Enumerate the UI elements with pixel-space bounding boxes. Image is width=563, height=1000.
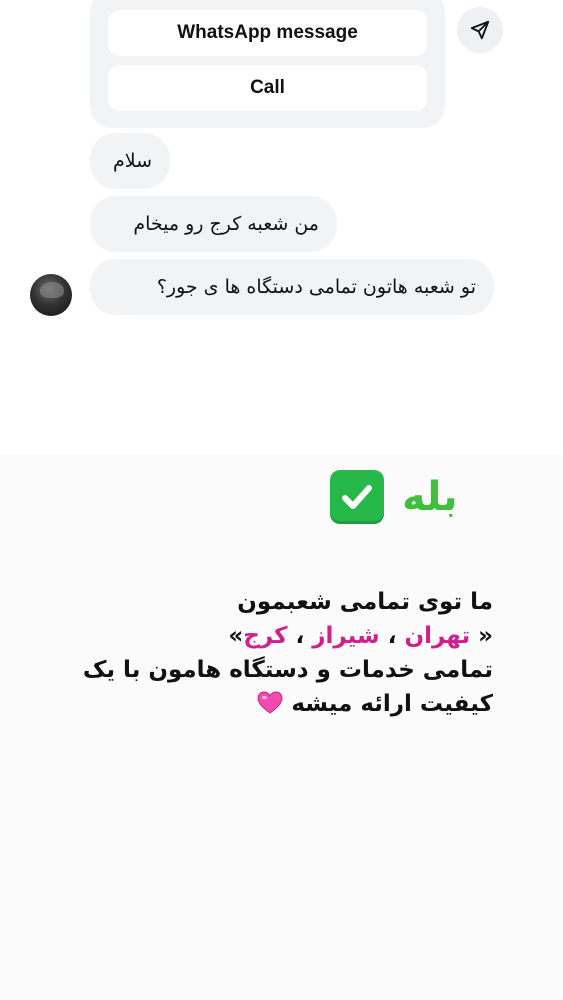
sender-avatar[interactable] <box>30 274 72 316</box>
separator: ، <box>295 623 305 649</box>
message-bubble[interactable]: سلام <box>90 133 170 189</box>
whatsapp-message-button[interactable]: WhatsApp message <box>108 10 427 56</box>
reply-panel <box>0 455 563 1000</box>
reply-line-3: تمامی خدمات و دستگاه هامون با یک <box>82 657 493 683</box>
message-text: من شعبه کرج رو میخام <box>133 213 319 235</box>
message-bubble[interactable]: تو شعبه هاتون تمامی دستگاه ها ی جور؟ <box>90 259 494 315</box>
city-tehran: تهران <box>404 623 471 649</box>
reply-line-4: کیفیت ارائه میشه <box>53 687 493 721</box>
message-text: تو شعبه هاتون تمامی دستگاه ها ی جور؟ <box>156 276 476 298</box>
message-text: سلام <box>112 150 152 172</box>
message-bubble[interactable]: من شعبه کرج رو میخام <box>90 196 337 252</box>
check-mark-icon <box>330 470 384 524</box>
chat-area: WhatsApp message Call سلام من شعبه کرج ر… <box>0 0 563 330</box>
reply-line-4-text: کیفیت ارائه میشه <box>291 691 493 717</box>
quote-close: » <box>228 623 244 649</box>
reply-line-2: « تهران ، شیراز ، کرج» <box>53 619 493 653</box>
reply-paragraph: ما توی تمامی شعبمون « تهران ، شیراز ، کر… <box>53 585 493 721</box>
city-shiraz: شیراز <box>312 623 380 649</box>
yes-word: بله <box>402 474 458 520</box>
call-button[interactable]: Call <box>108 65 427 111</box>
city-karaj: کرج <box>243 623 288 649</box>
quote-open: « <box>478 623 493 649</box>
answer-yes: بله <box>330 470 458 524</box>
pink-heart-icon <box>257 691 283 714</box>
send-icon <box>470 20 490 40</box>
share-button[interactable] <box>457 7 503 53</box>
separator: ، <box>387 623 397 649</box>
reply-line-1: ما توی تمامی شعبمون <box>237 589 493 615</box>
cta-card: WhatsApp message Call <box>90 0 445 128</box>
